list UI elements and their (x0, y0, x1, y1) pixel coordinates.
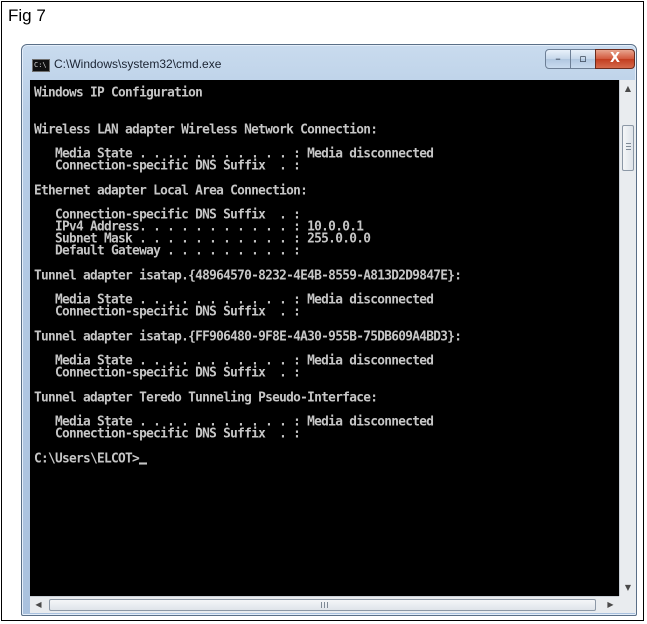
grip-icon (321, 602, 329, 608)
console-line: Tunnel adapter isatap.{FF906480-9F8E-4A3… (34, 328, 462, 345)
console-line: Connection-specific DNS Suffix . : (34, 304, 301, 321)
figure-frame: Fig 7 C:\ C:\Windows\system32\cmd.exe – … (1, 1, 644, 621)
console-output[interactable]: Windows IP Configuration Wireless LAN ada… (30, 80, 619, 596)
close-button[interactable]: X (595, 49, 635, 69)
console-line: Wireless LAN adapter Wireless Network Co… (34, 121, 378, 138)
console-line: Windows IP Configuration (34, 84, 203, 101)
console-line: Tunnel adapter isatap.{48964570-8232-4E4… (34, 267, 462, 284)
scroll-right-arrow-icon[interactable]: ▶ (602, 597, 619, 613)
horizontal-scrollbar[interactable]: ◀ ▶ (30, 596, 619, 613)
console-line: Connection-specific DNS Suffix . : (34, 365, 301, 381)
window-title: C:\Windows\system32\cmd.exe (54, 57, 222, 71)
vertical-scroll-thumb[interactable] (622, 125, 634, 171)
minimize-button[interactable]: – (545, 49, 571, 69)
vertical-scrollbar[interactable]: ▲ ▼ (619, 80, 636, 596)
maximize-button[interactable]: ▫ (570, 49, 596, 69)
text-cursor (139, 462, 148, 465)
console-line: Connection-specific DNS Suffix . : (34, 158, 301, 174)
command-prompt: C:\Users\ELCOT> (34, 452, 461, 466)
console-app-icon[interactable]: C:\ (32, 59, 50, 72)
console-lines: Windows IP Configuration Wireless LAN ada… (34, 84, 462, 466)
scroll-up-arrow-icon[interactable]: ▲ (620, 80, 636, 97)
grip-icon (626, 143, 631, 152)
title-bar[interactable]: C:\ C:\Windows\system32\cmd.exe – ▫ X (22, 45, 636, 79)
resize-grip-icon[interactable] (619, 596, 636, 613)
scroll-down-arrow-icon[interactable]: ▼ (620, 579, 636, 596)
console-line: Default Gateway . . . . . . . . . : (34, 243, 301, 260)
cmd-window[interactable]: C:\ C:\Windows\system32\cmd.exe – ▫ X Wi… (21, 44, 637, 616)
horizontal-scroll-thumb[interactable] (49, 599, 596, 611)
console-line: Tunnel adapter Teredo Tunneling Pseudo-I… (34, 389, 378, 406)
scroll-left-arrow-icon[interactable]: ◀ (30, 597, 47, 613)
console-line: Ethernet adapter Local Area Connection: (34, 182, 308, 199)
figure-label: Fig 7 (8, 6, 46, 25)
